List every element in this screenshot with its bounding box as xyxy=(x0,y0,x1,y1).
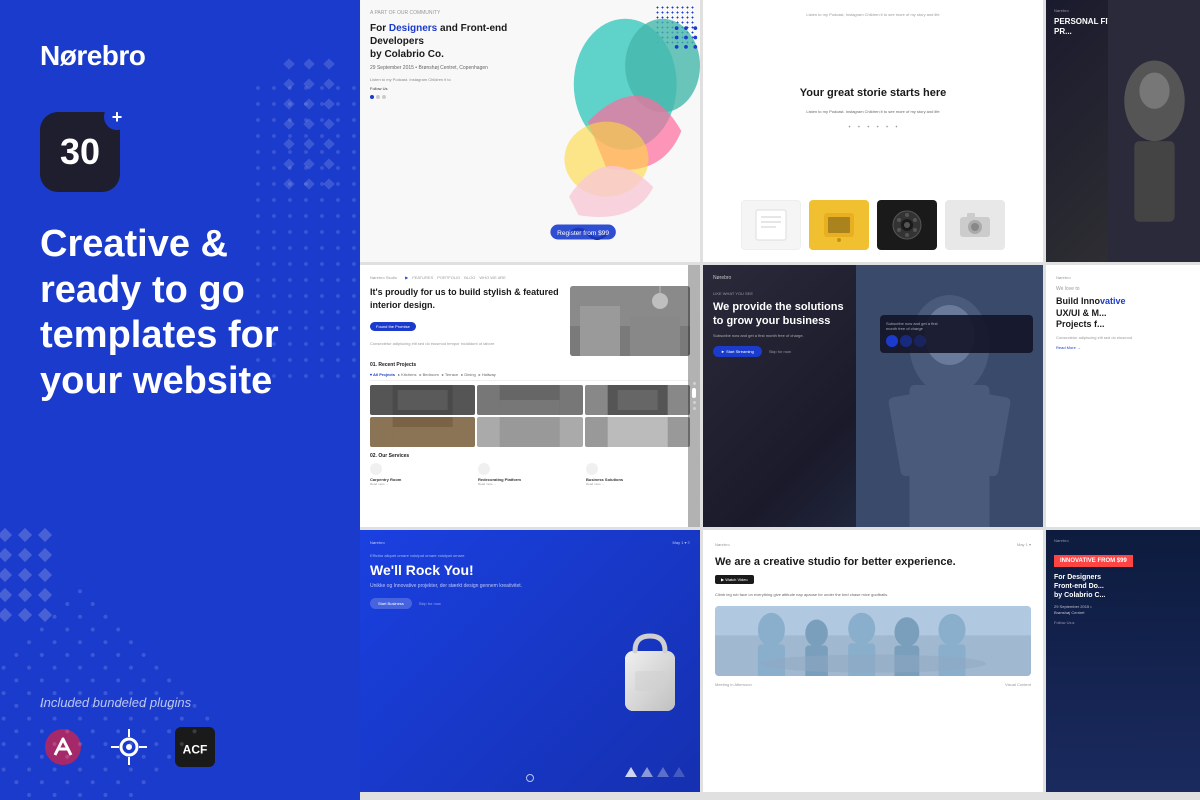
card4-services-grid: Carpentry Room Read more → Redecorating … xyxy=(370,463,690,486)
card7-sub-top: Efficitur aliquet ornare volutpat ornare… xyxy=(370,553,690,558)
template-count-badge: 30 + xyxy=(40,112,120,192)
card5-subtitle: Subscribe now and get a first month free… xyxy=(713,333,857,338)
card4-services-title: 02. Our Services xyxy=(370,453,690,459)
card7-actions: Start Business Skip for now xyxy=(370,598,690,609)
card7-nav: Nørebro May 1 ▾ ≡ xyxy=(370,540,690,545)
preview-card-designers: A PART OF OUR COMMUNITY For Designers an… xyxy=(360,0,700,262)
diamond-pattern-top xyxy=(275,50,360,300)
service-business: Business Solutions Read more → xyxy=(586,463,690,486)
card8-actions: ▶ Watch Video xyxy=(715,575,1031,584)
sidebar: Nørebro 30 + Creative & ready to go temp… xyxy=(0,0,360,800)
card9-title: For DesignersFront-end Do...by Colabrio … xyxy=(1054,573,1193,600)
preview-card-interior: Nørebro Studio ▶ FEATURES PORTFOLIO BLOG… xyxy=(360,265,700,527)
card5-person-image xyxy=(856,265,1043,527)
tagline: Creative & ready to go templates for you… xyxy=(40,222,320,404)
service-interiors: Redecorating Platform Read more → xyxy=(478,463,582,486)
card5-sub-top: LIKE WHAT YOU SEE xyxy=(713,291,857,296)
card4-projects-title: 01. Recent Projects xyxy=(370,362,690,368)
card4-image-grid xyxy=(370,385,690,447)
preview-card-innovative: Nørebro We love to Build InnovativeUX/UI… xyxy=(1046,265,1200,527)
card9-top-badge: INNOVATIVE FROM $99 xyxy=(1054,555,1133,567)
card8-watch-btn[interactable]: ▶ Watch Video xyxy=(715,575,754,584)
preview-card-story: Listen to my Podcast, Instagram Children… xyxy=(703,0,1043,262)
card4-content: It's proudly for us to build stylish & f… xyxy=(370,286,690,356)
card8-footer: Meeting in Afternoon Visual Content xyxy=(715,682,1031,687)
content-grid: A PART OF OUR COMMUNITY For Designers an… xyxy=(360,0,1200,800)
card7-page-indicator xyxy=(526,774,534,782)
card5-title: We provide the solutions to grow your bu… xyxy=(713,300,857,329)
card9-nav: Nørebro xyxy=(1054,538,1193,543)
card6-link[interactable]: Read More → xyxy=(1056,345,1191,350)
service-carpentry: Carpentry Room Read more → xyxy=(370,463,474,486)
card3-image xyxy=(1108,0,1200,262)
card6-title: Build InnovativeUX/UI & M...Projects f..… xyxy=(1056,296,1191,331)
card2-product-nav: ✦✦✦✦✦✦ xyxy=(715,124,1031,129)
preview-card-fitness: Nørebro PERSONAL FITNESS CLASSES & PR... xyxy=(1046,0,1200,262)
plugins-icons: ACF xyxy=(40,724,320,770)
product-film xyxy=(877,200,937,250)
product-device xyxy=(809,200,869,250)
card6-nav: Nørebro xyxy=(1056,275,1191,280)
card9-desc: 29 September 2015 •Brønshøj Centret xyxy=(1054,604,1193,616)
card7-title: We'll Rock You! xyxy=(370,562,546,579)
card5-skip-btn[interactable]: Skip for now xyxy=(766,346,794,357)
card5-overlay-card: Subscribe now and get a firstmonth free … xyxy=(880,315,1033,353)
card4-side-stripe xyxy=(688,265,700,527)
badge-area: 30 + xyxy=(40,112,320,192)
badge-plus: + xyxy=(104,104,130,130)
card4-nav: Nørebro Studio ▶ FEATURES PORTFOLIO BLOG… xyxy=(370,275,690,280)
card8-title: We are a creative studio for better expe… xyxy=(715,555,1031,569)
card4-desc: Consectetur adipiscing elit sed do eiusm… xyxy=(370,341,564,347)
blob-container: Register from $99 xyxy=(513,0,700,262)
diamond-pattern-bottom xyxy=(0,520,150,700)
card5-actions: ► Start Streaming Skip for now xyxy=(713,346,857,357)
card5-cta-btn[interactable]: ► Start Streaming xyxy=(713,346,762,357)
card2-subtitle: Listen to my Podcast. Instagram Children… xyxy=(806,109,939,114)
revolution-slider-plugin-icon xyxy=(106,724,152,770)
badge-number: 30 xyxy=(60,131,100,173)
card7-subtitle: Unikke og Innovative projekter, der stær… xyxy=(370,583,546,590)
card4-title: It's proudly for us to build stylish & f… xyxy=(370,286,564,311)
product-camera xyxy=(945,200,1005,250)
card6-desc: Consectetur adipiscing elit sed do eiusm… xyxy=(1056,335,1191,341)
card7-3d-bag xyxy=(610,621,690,701)
card8-description: Climb leg rub face on everything give at… xyxy=(715,592,1031,598)
card6-tagline: We love to xyxy=(1056,286,1191,292)
card7-cta-btn[interactable]: Start Business xyxy=(370,598,412,609)
card2-title: Your great storie starts here xyxy=(800,86,947,100)
product-notepad xyxy=(741,200,801,250)
card4-cta-btn[interactable]: Found the Promise xyxy=(370,322,416,331)
svg-text:ACF: ACF xyxy=(183,742,208,756)
svg-text:Register from $99: Register from $99 xyxy=(557,230,609,237)
card8-photo xyxy=(715,606,1031,676)
yoast-plugin-icon xyxy=(40,724,86,770)
card7-skip-btn[interactable]: Skip for now xyxy=(416,598,444,609)
card4-project-tabs: ▾ All Projects ▸ Kitchens ▸ Bedroom ▸ Te… xyxy=(370,372,690,381)
card7-triangles xyxy=(625,767,685,777)
preview-card-business: Nørebro My Account ▾ Subscribe now and g… xyxy=(703,265,1043,527)
card4-hero-image xyxy=(570,286,690,356)
card8-nav: Nørebro May 1 ▾ xyxy=(715,542,1031,547)
preview-card-rock: Nørebro May 1 ▾ ≡ Efficitur aliquet orna… xyxy=(360,530,700,792)
card9-follow: Follow Us ▸ xyxy=(1054,620,1193,625)
acf-plugin-icon: ACF xyxy=(172,724,218,770)
card2-products xyxy=(741,200,1005,250)
preview-card-creative-studio: Nørebro May 1 ▾ We are a creative studio… xyxy=(703,530,1043,792)
preview-card-dark-partial: Nørebro INNOVATIVE FROM $99 For Designer… xyxy=(1046,530,1200,792)
card2-nav: Listen to my Podcast, Instagram Children… xyxy=(806,12,939,17)
